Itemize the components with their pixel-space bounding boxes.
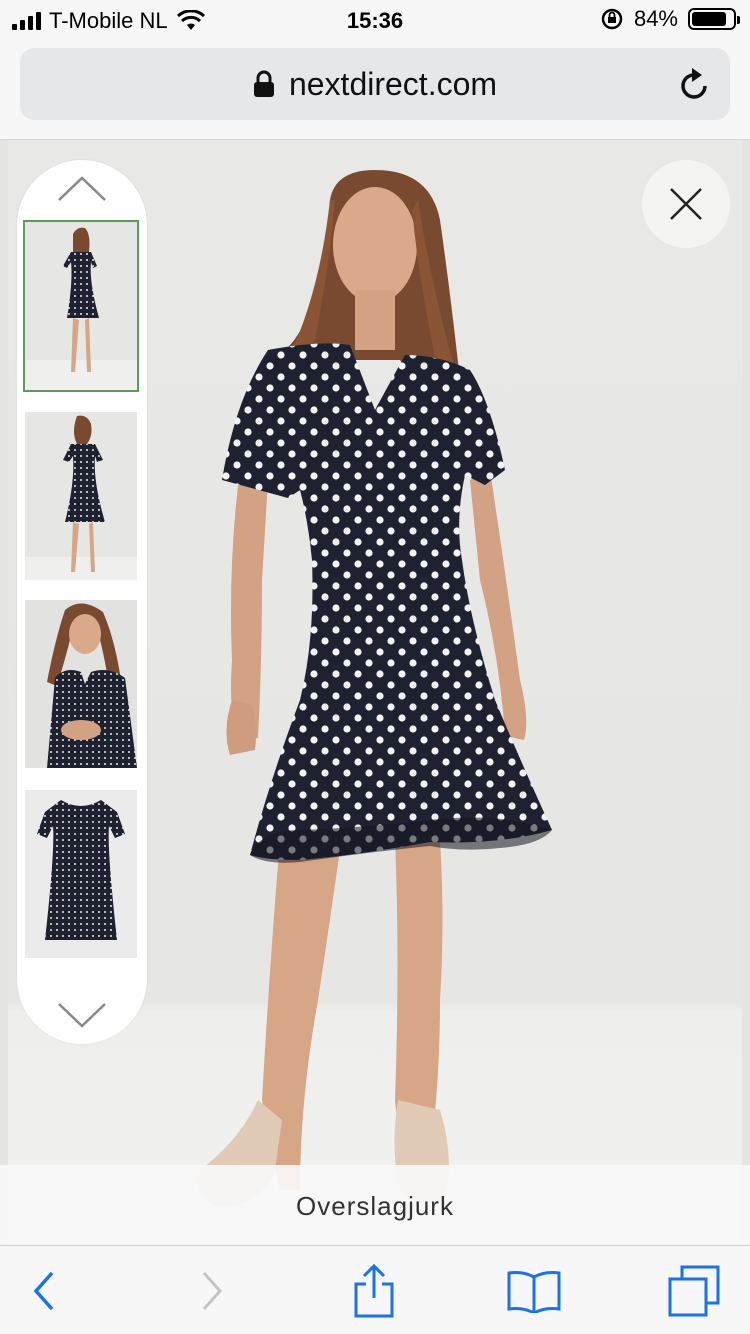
thumb-front-full[interactable]: [23, 220, 139, 392]
status-right: 84%: [600, 6, 740, 32]
browser-chrome: nextdirect.com: [0, 42, 750, 140]
status-bar: T-Mobile NL 15:36 84%: [0, 0, 750, 42]
tabs-icon: [668, 1265, 720, 1317]
address-bar[interactable]: nextdirect.com: [20, 48, 730, 120]
browser-toolbar: [0, 1245, 750, 1334]
share-icon: [354, 1264, 394, 1318]
forward-icon: [202, 1272, 223, 1310]
battery-percent: 84%: [633, 6, 678, 31]
caption-bar: Overslagjurk: [0, 1165, 750, 1245]
address-text: nextdirect.com: [288, 65, 498, 102]
forward-button[interactable]: [182, 1264, 242, 1318]
thumb-back-full[interactable]: [25, 412, 137, 580]
product-caption: Overslagjurk: [296, 1191, 454, 1221]
bookmarks-button[interactable]: [504, 1264, 564, 1318]
thumb-flat[interactable]: [25, 790, 137, 958]
battery-icon: [688, 8, 740, 30]
tabs-button[interactable]: [664, 1264, 724, 1318]
close-button[interactable]: [642, 160, 730, 248]
close-icon: [670, 188, 702, 220]
scroll-down-icon[interactable]: [57, 1000, 107, 1030]
back-button[interactable]: [14, 1264, 74, 1318]
thumbnail-rail: [17, 160, 147, 1044]
back-icon: [33, 1271, 54, 1311]
reload-icon[interactable]: [678, 66, 712, 102]
rotation-lock-icon: [601, 8, 623, 30]
lock-icon: [253, 70, 274, 97]
bookmarks-icon: [507, 1271, 561, 1313]
share-button[interactable]: [344, 1264, 404, 1318]
scroll-up-icon[interactable]: [57, 174, 107, 204]
product-image-viewer[interactable]: [0, 140, 750, 1245]
thumb-closeup[interactable]: [25, 600, 137, 768]
